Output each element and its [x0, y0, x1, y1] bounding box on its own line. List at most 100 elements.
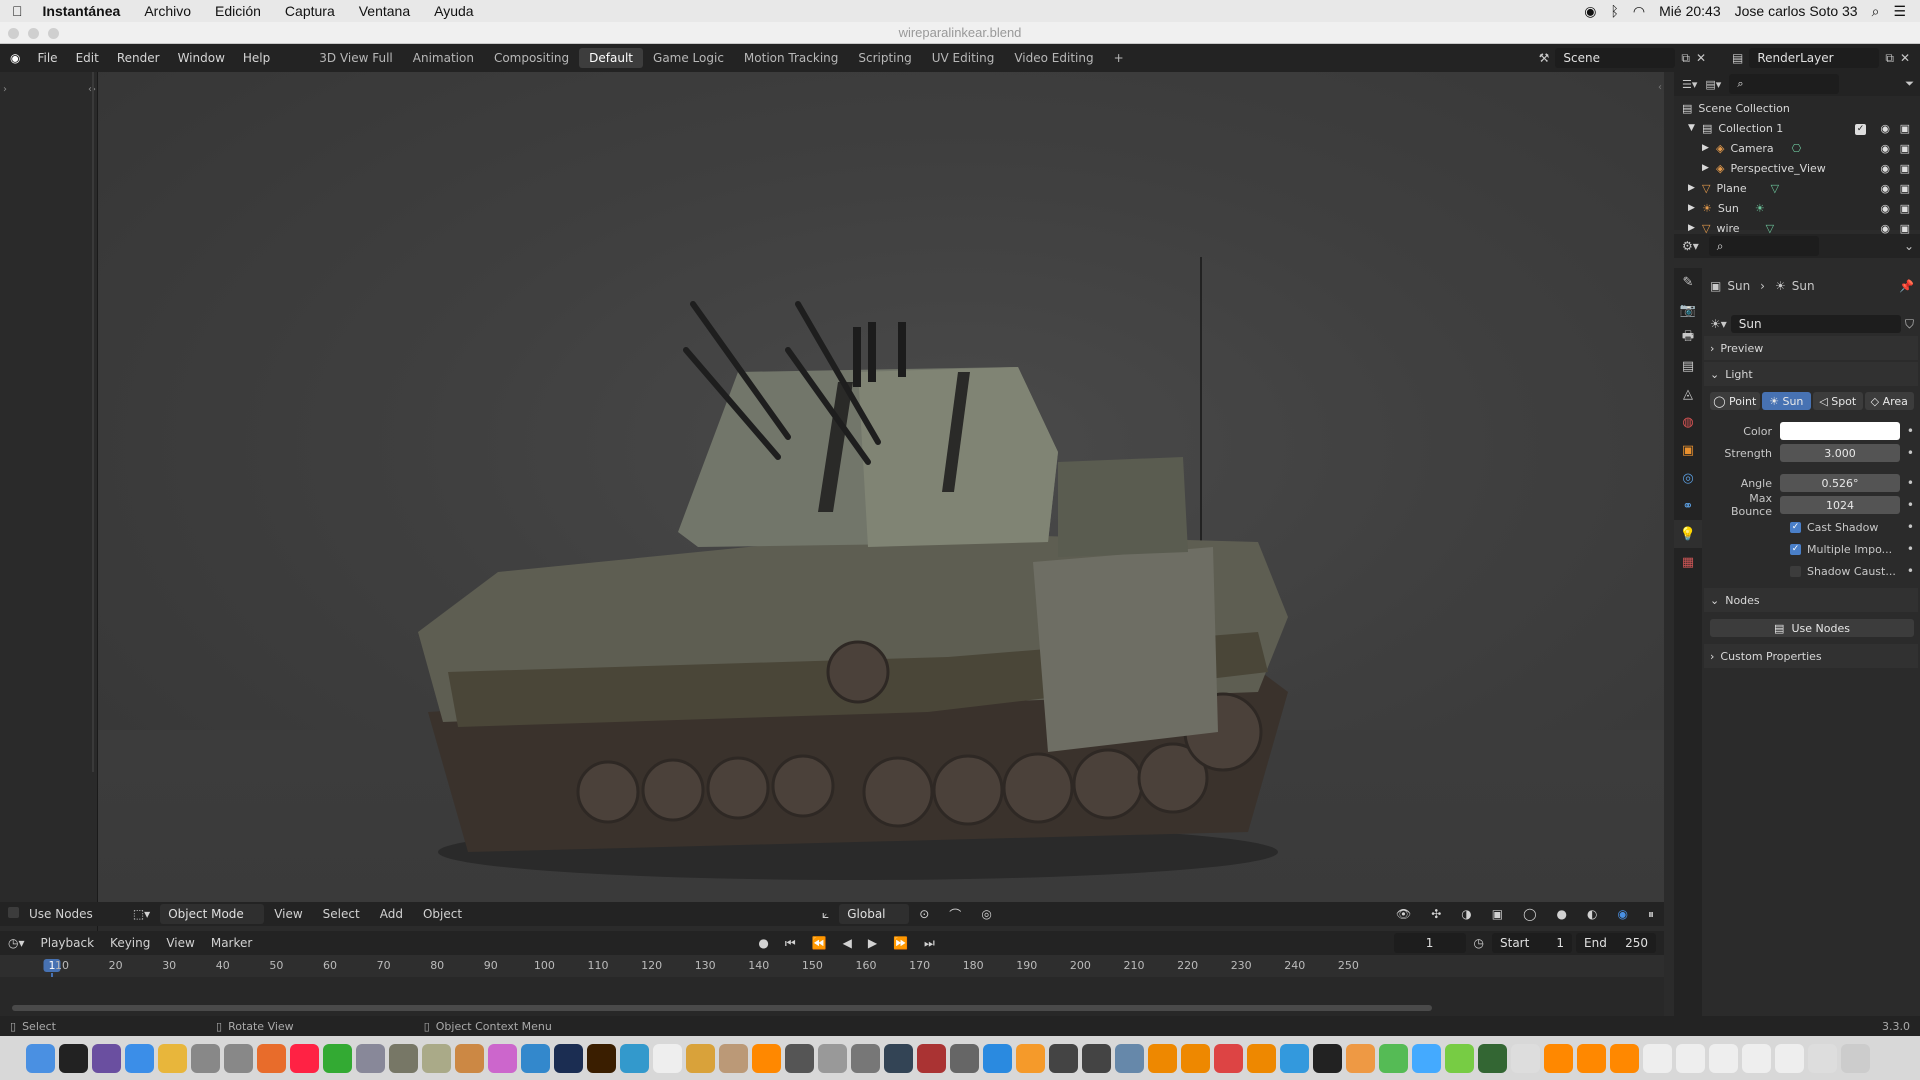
physics-tab-icon[interactable]: ◎	[1674, 464, 1702, 492]
eye-icon[interactable]: ◉	[1880, 182, 1890, 195]
clock[interactable]: Mié 20:43	[1659, 3, 1720, 19]
keyframe-dot-icon[interactable]: •	[1900, 446, 1914, 460]
menu-file[interactable]: File	[28, 51, 66, 65]
play-reverse-icon[interactable]: ◀	[835, 936, 860, 950]
eye-icon[interactable]: ◉	[1880, 162, 1890, 175]
jump-end-icon[interactable]: ⏭	[916, 936, 943, 951]
folder-icon[interactable]	[1544, 1043, 1573, 1073]
minimize-window-button[interactable]	[28, 28, 39, 39]
camera-render-icon[interactable]: ▣	[1900, 182, 1910, 195]
layer-copy-icon[interactable]: ⧉	[1885, 51, 1894, 66]
pause-icon[interactable]: ⏸	[1638, 907, 1664, 922]
xcode-icon[interactable]	[983, 1043, 1012, 1073]
books-icon[interactable]	[1016, 1043, 1045, 1073]
angle-field[interactable]: 0.526°	[1780, 474, 1900, 492]
document-icon[interactable]	[1775, 1043, 1804, 1073]
outliner-editor-icon[interactable]: ☰▾	[1682, 78, 1697, 91]
outliner-scene-collection[interactable]: ▤ Scene Collection	[1674, 98, 1920, 118]
daz-icon[interactable]	[1313, 1043, 1342, 1073]
expand-icon[interactable]: ▶	[1688, 183, 1702, 193]
orientation-dropdown[interactable]: Global	[839, 904, 910, 924]
region-divider[interactable]	[92, 72, 94, 772]
gizmo-icon[interactable]: ✣	[1421, 907, 1451, 921]
light-type-spot[interactable]: ◁ Spot	[1813, 392, 1863, 410]
menu-playback[interactable]: Playback	[33, 936, 103, 950]
use-nodes-checkbox[interactable]	[0, 907, 29, 921]
menu-help[interactable]: Help	[234, 51, 279, 65]
orientation-icon[interactable]: ⟀	[812, 907, 839, 922]
light-data-icon[interactable]: ☀	[1755, 202, 1765, 215]
app-icon[interactable]	[719, 1043, 748, 1073]
tab-video-editing[interactable]: Video Editing	[1004, 48, 1103, 68]
object-tab-icon[interactable]: ▣	[1674, 436, 1702, 464]
illustrator-icon[interactable]	[587, 1043, 616, 1073]
apple-icon[interactable]: 	[0, 3, 35, 19]
tab-3d-view-full[interactable]: 3D View Full	[309, 48, 403, 68]
app-icon[interactable]	[1478, 1043, 1507, 1073]
menu-object[interactable]: Object	[413, 907, 472, 921]
status-icon[interactable]: ◉	[1584, 3, 1596, 20]
tab-scripting[interactable]: Scripting	[848, 48, 921, 68]
outliner-row-perspective-view[interactable]: ▶ ◈ Perspective_View ◉ ▣	[1674, 158, 1920, 178]
scene-close-icon[interactable]: ✕	[1696, 51, 1706, 65]
constraints-tab-icon[interactable]: ⚭	[1674, 492, 1702, 520]
nodes-panel-header[interactable]: ⌄ Nodes	[1704, 588, 1918, 612]
document-icon[interactable]	[1709, 1043, 1738, 1073]
proportional-edit-icon[interactable]: ◎	[971, 907, 1001, 921]
options-icon[interactable]: ⌄	[1904, 239, 1920, 253]
menu-window[interactable]: Window	[169, 51, 234, 65]
eye-icon[interactable]: ◉	[1880, 222, 1890, 235]
app-icon[interactable]	[1280, 1043, 1309, 1073]
color-swatch[interactable]	[1780, 422, 1900, 440]
menu-captura[interactable]: Captura	[273, 3, 347, 19]
cast-shadow-checkbox[interactable]: ✓	[1790, 521, 1801, 533]
max-bounce-field[interactable]: 1024	[1780, 496, 1900, 514]
output-tab-icon[interactable]: 🖶	[1674, 324, 1702, 352]
multiple-importance-checkbox[interactable]: ✓	[1790, 543, 1801, 555]
app-icon[interactable]	[1379, 1043, 1408, 1073]
menu-edit[interactable]: Edit	[67, 51, 108, 65]
camera-data-icon[interactable]: ⎔	[1792, 142, 1802, 155]
menu-view[interactable]: View	[264, 907, 312, 921]
menu-edicion[interactable]: Edición	[203, 3, 273, 19]
timeline-scrollbar[interactable]	[12, 1005, 1432, 1011]
app-icon[interactable]	[884, 1043, 913, 1073]
expand-left-icon[interactable]: ›	[3, 84, 7, 95]
properties-search-input[interactable]: ⌕	[1708, 236, 1819, 256]
render-layer-selector[interactable]: RenderLayer	[1749, 48, 1880, 68]
pivot-icon[interactable]: ⊙	[909, 907, 939, 921]
jump-keyframe-forward-icon[interactable]: ⏩	[885, 936, 916, 950]
play-icon[interactable]: ▶	[860, 936, 885, 950]
wifi-icon[interactable]: ◠	[1633, 3, 1645, 20]
camera-render-icon[interactable]: ▣	[1900, 122, 1910, 135]
collapse-right-icon[interactable]: ‹	[1658, 82, 1662, 93]
menu-ventana[interactable]: Ventana	[347, 3, 422, 19]
record-icon[interactable]: ●	[750, 936, 776, 950]
app-name[interactable]: Instantánea	[35, 3, 133, 19]
display-mode-icon[interactable]: ▤▾	[1705, 78, 1721, 91]
tab-uv-editing[interactable]: UV Editing	[922, 48, 1005, 68]
light-datablock-field[interactable]: Sun	[1730, 315, 1901, 333]
tab-motion-tracking[interactable]: Motion Tracking	[734, 48, 848, 68]
jump-start-icon[interactable]: ⏮	[777, 936, 804, 951]
scene-copy-icon[interactable]: ⧉	[1681, 51, 1690, 66]
light-type-area[interactable]: ◇ Area	[1864, 392, 1914, 410]
world-tab-icon[interactable]: ◍	[1674, 408, 1702, 436]
app-icon[interactable]	[950, 1043, 979, 1073]
scene-selector[interactable]: Scene	[1555, 48, 1676, 68]
menu-select[interactable]: Select	[313, 907, 370, 921]
firefox-icon[interactable]	[257, 1043, 286, 1073]
camera-render-icon[interactable]: ▣	[1900, 162, 1910, 175]
app-icon[interactable]	[389, 1043, 418, 1073]
keyframe-dot-icon[interactable]: •	[1900, 542, 1914, 556]
chrome-icon[interactable]	[158, 1043, 187, 1073]
app-icon[interactable]	[422, 1043, 451, 1073]
menu-ayuda[interactable]: Ayuda	[422, 3, 485, 19]
terminal-icon[interactable]	[59, 1043, 88, 1073]
3d-viewport[interactable]: ‹	[98, 72, 1664, 902]
tab-game-logic[interactable]: Game Logic	[643, 48, 734, 68]
scene-icon[interactable]: ⚒	[1539, 51, 1550, 65]
expand-icon[interactable]: ▶	[1688, 223, 1702, 233]
app-icon[interactable]	[818, 1043, 847, 1073]
app-icon[interactable]	[1049, 1043, 1078, 1073]
